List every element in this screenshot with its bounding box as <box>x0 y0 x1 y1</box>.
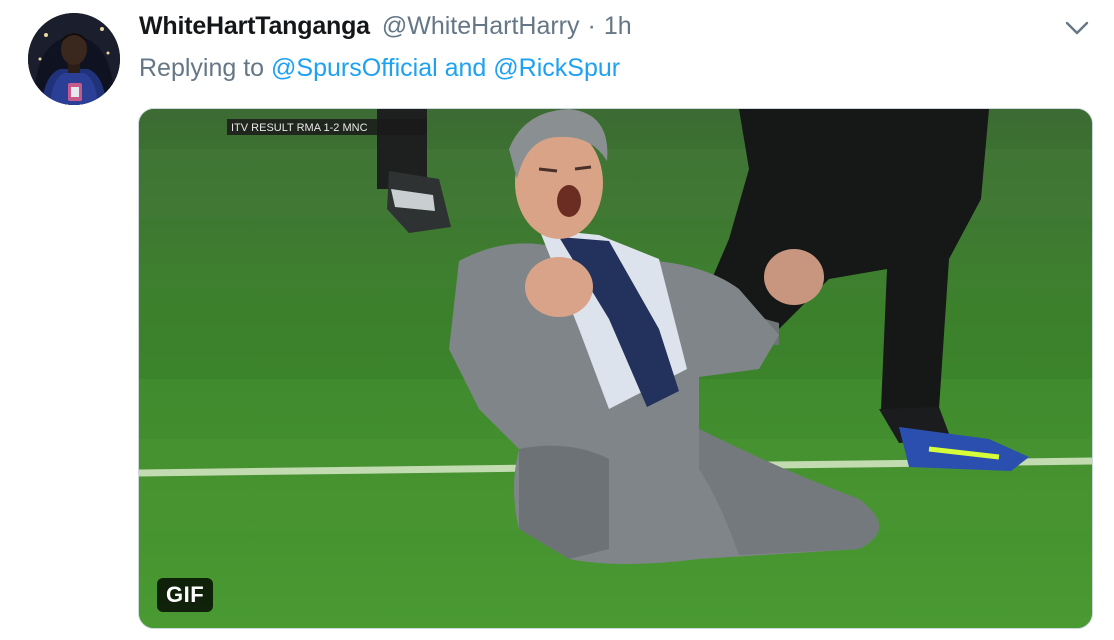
gif-badge: GIF <box>157 578 214 612</box>
gif-frame: ITV RESULT RMA 1-2 MNC <box>139 109 1092 628</box>
timestamp[interactable]: 1h <box>604 12 632 41</box>
replying-to-label: Replying to <box>139 54 272 82</box>
gif-media[interactable]: ITV RESULT RMA 1-2 MNC GIF <box>138 108 1093 629</box>
tweet: WhiteHartTanganga @WhiteHartHarry · 1h R… <box>0 0 1114 640</box>
tweet-header: WhiteHartTanganga @WhiteHartHarry · 1h <box>139 12 632 46</box>
chevron-down-icon[interactable] <box>1064 18 1090 38</box>
avatar[interactable] <box>28 13 120 105</box>
separator-dot: · <box>587 12 596 40</box>
avatar-image <box>28 13 120 105</box>
user-handle[interactable]: @WhiteHartHarry <box>382 12 580 41</box>
replying-to: Replying to @SpursOfficial and @RickSpur <box>139 54 620 83</box>
scoreboard-text: ITV RESULT RMA 1-2 MNC <box>231 122 368 134</box>
mention-link-rickspur[interactable]: @RickSpur <box>493 54 620 82</box>
display-name[interactable]: WhiteHartTanganga <box>139 12 370 41</box>
mention-link-spursofficial[interactable]: @SpursOfficial <box>271 54 438 82</box>
mention-conjunction: and <box>437 54 494 82</box>
